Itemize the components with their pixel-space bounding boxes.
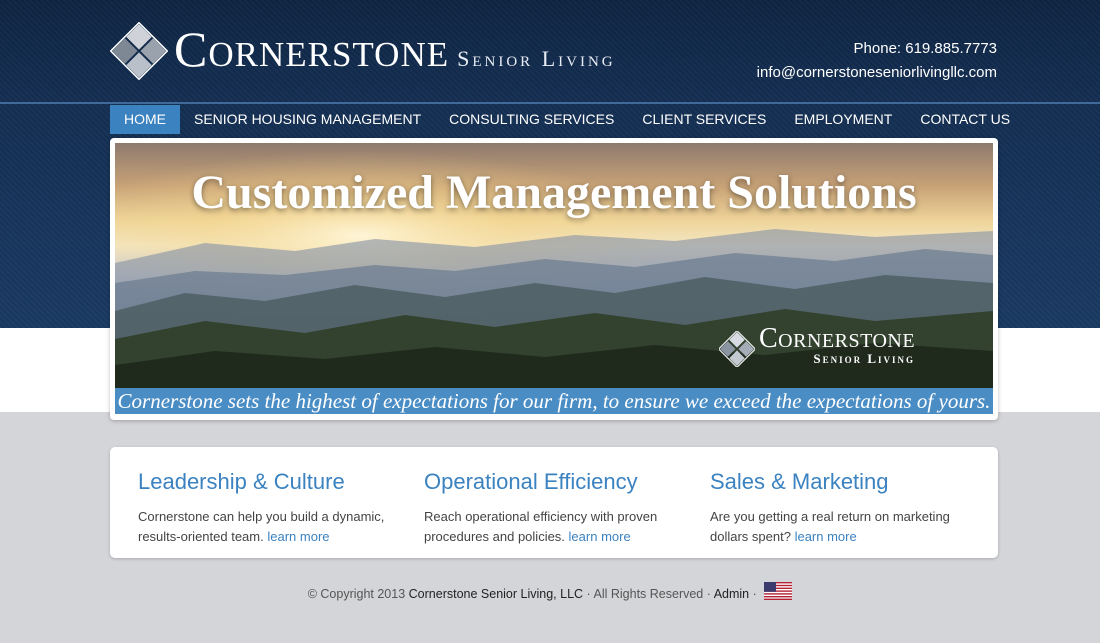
nav-senior-housing-management[interactable]: SENIOR HOUSING MANAGEMENT: [180, 105, 435, 134]
nav-contact-us[interactable]: CONTACT US: [906, 105, 1024, 134]
footer: © Copyright 2013 Cornerstone Senior Livi…: [0, 582, 1100, 601]
phone-number: Phone: 619.885.7773: [853, 40, 997, 57]
learn-more-link[interactable]: learn more: [795, 529, 857, 544]
nav-employment[interactable]: EMPLOYMENT: [780, 105, 906, 134]
learn-more-link[interactable]: learn more: [267, 529, 329, 544]
feature-title[interactable]: Operational Efficiency: [424, 469, 682, 503]
feature-description: Cornerstone can help you build a dynamic…: [138, 509, 385, 544]
feature-sales-marketing: Sales & Marketing Are you getting a real…: [682, 447, 968, 558]
banner-caption: Cornerstone sets the highest of expectat…: [115, 388, 993, 414]
header-divider: [0, 102, 1100, 104]
diamond-logo-icon: [719, 331, 755, 367]
diamond-logo-icon: [110, 22, 168, 80]
contact-info: Phone: 619.885.7773 info@cornerstoneseni…: [757, 37, 997, 85]
feature-leadership: Leadership & Culture Cornerstone can hel…: [110, 447, 396, 558]
feature-operational-efficiency: Operational Efficiency Reach operational…: [396, 447, 682, 558]
feature-title[interactable]: Leadership & Culture: [138, 469, 396, 503]
copyright-text: © Copyright 2013: [307, 587, 406, 601]
learn-more-link[interactable]: learn more: [569, 529, 631, 544]
company-link[interactable]: Cornerstone Senior Living, LLC: [409, 587, 583, 601]
nav-consulting-services[interactable]: CONSULTING SERVICES: [435, 105, 628, 134]
site-logo[interactable]: Cornerstone Senior Living: [110, 21, 690, 84]
email-link[interactable]: info@cornerstoneseniorlivingllc.com: [757, 61, 997, 85]
feature-panel: Leadership & Culture Cornerstone can hel…: [110, 447, 998, 558]
hero-image: Customized Management Solutions Cornerst…: [115, 143, 993, 388]
logo-wordmark: Cornerstone: [174, 21, 450, 77]
footer-separator: ·: [752, 587, 757, 601]
banner-logo: Cornerstone Senior Living: [719, 323, 939, 375]
admin-link[interactable]: Admin: [714, 587, 749, 601]
nav-client-services[interactable]: CLIENT SERVICES: [628, 105, 780, 134]
logo-tagline: Senior Living: [457, 46, 616, 71]
nav-home[interactable]: HOME: [110, 105, 180, 134]
feature-title[interactable]: Sales & Marketing: [710, 469, 968, 503]
banner-heading: Customized Management Solutions: [191, 166, 917, 219]
us-flag-icon[interactable]: [764, 582, 793, 600]
rights-text: · All Rights Reserved ·: [586, 587, 711, 601]
hero-banner: Customized Management Solutions Cornerst…: [110, 138, 998, 420]
main-nav: HOME SENIOR HOUSING MANAGEMENT CONSULTIN…: [110, 105, 1024, 134]
